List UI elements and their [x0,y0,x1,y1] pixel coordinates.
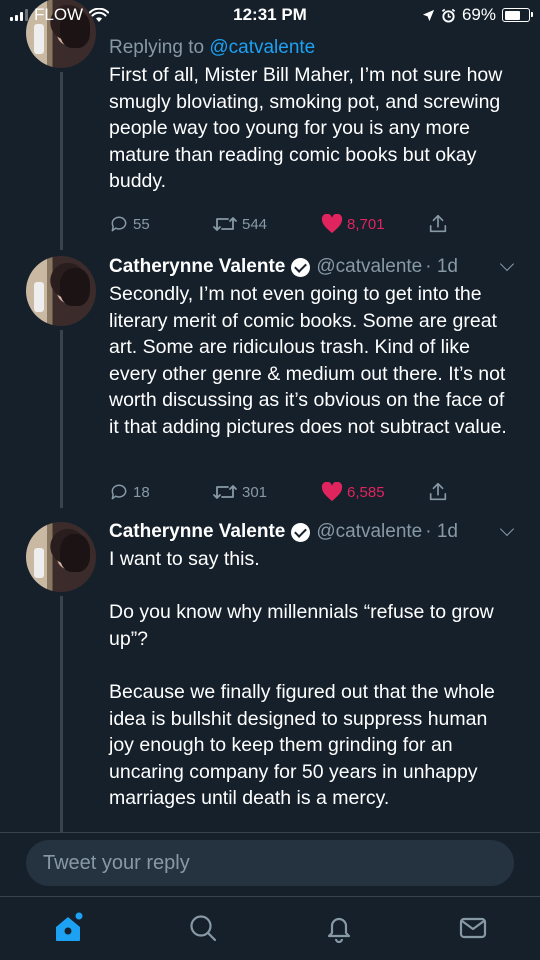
author-handle[interactable]: @catvalente [316,256,422,278]
like-button[interactable]: 8,701 [321,212,385,236]
retweet-icon [213,217,237,231]
author-name[interactable]: Catherynne Valente [109,521,285,543]
alarm-icon [441,8,456,23]
tweet-time: · 1d [425,521,458,542]
battery-percent: 69% [461,5,496,24]
retweet-icon [213,485,237,499]
avatar[interactable] [26,256,96,326]
retweet-count: 301 [242,483,268,501]
verified-badge-icon [291,257,311,277]
location-icon [422,9,435,21]
tweet-header: Catherynne Valente @catvalente · 1d [109,253,515,281]
tweet-time: · 1d [425,256,458,277]
reply-button[interactable]: 18 [109,480,150,504]
reply-icon [111,484,127,500]
thread-line [60,596,63,832]
like-count: 6,585 [347,483,385,501]
tab-bar [0,896,540,960]
replying-to: Replying to @catvalente [109,34,512,62]
share-icon [429,482,447,501]
thread-line [60,330,63,508]
retweet-button[interactable]: 301 [212,480,267,504]
like-button[interactable]: 6,585 [321,480,385,504]
tweet-text: First of all, Mister Bill Maher, I’m not… [109,64,503,193]
home-icon [56,912,83,941]
tab-messages[interactable] [456,911,490,945]
search-icon [190,915,217,942]
tab-search[interactable] [186,911,220,945]
reply-compose-bar [0,832,540,896]
share-button[interactable] [427,480,449,504]
tweet-text: I want to say this. Do you know why mill… [109,548,495,810]
tweet-header: Catherynne Valente @catvalente · 1d [109,518,515,546]
reply-button[interactable]: 55 [109,212,150,236]
author-name[interactable]: Catherynne Valente [109,256,285,278]
messages-icon [459,917,487,939]
tweet-thread: Replying to @catvalente First of all, Mi… [0,0,540,832]
author-handle[interactable]: @catvalente [316,521,422,543]
retweet-button[interactable]: 544 [212,212,267,236]
retweet-count: 544 [242,215,268,233]
battery-level [504,10,521,20]
tweet-text: Secondly, I’m not even going to get into… [109,283,507,438]
replying-mention-link[interactable]: @catvalente [209,37,315,58]
notifications-icon [327,917,351,943]
tweet-actions: 18 301 6,585 [109,480,469,504]
replying-prefix: Replying to [109,37,205,58]
verified-badge-icon [291,522,311,542]
share-icon [429,214,447,233]
reply-input[interactable] [26,840,514,886]
reply-count: 18 [133,483,150,501]
heart-icon [321,482,343,502]
thread-line [60,72,63,250]
share-button[interactable] [427,212,449,236]
tab-home[interactable] [51,911,85,945]
like-count: 8,701 [347,215,385,233]
reply-icon [111,216,127,232]
chevron-down-icon[interactable] [499,256,515,272]
tweet-actions: 55 544 8,701 [109,212,469,236]
chevron-down-icon[interactable] [499,521,515,537]
tab-notifications[interactable] [322,911,356,945]
heart-icon [321,214,343,234]
reply-count: 55 [133,215,150,233]
status-bar: FLOW 12:31 PM 69% [0,0,540,30]
battery-icon [502,8,533,22]
avatar[interactable] [26,522,96,592]
